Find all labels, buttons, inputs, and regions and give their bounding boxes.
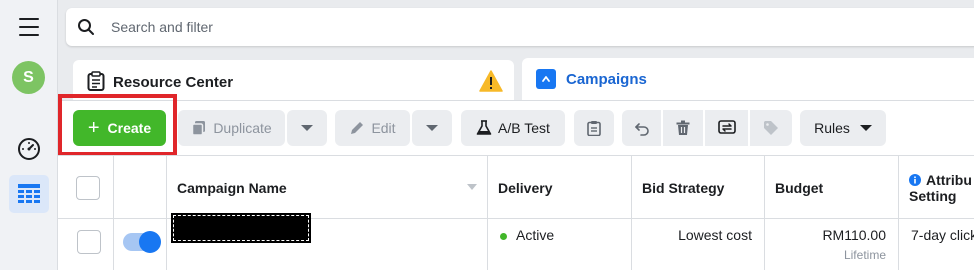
header-select-all-cell bbox=[58, 156, 114, 220]
warning-icon[interactable] bbox=[479, 70, 503, 92]
edit-button-label: Edit bbox=[371, 120, 396, 136]
edit-dropdown-button[interactable] bbox=[412, 110, 452, 146]
row-bid-strategy-cell: Lowest cost bbox=[632, 219, 765, 270]
column-campaign-name-label: Campaign Name bbox=[177, 180, 287, 196]
rules-button-label: Rules bbox=[814, 120, 850, 136]
table-header: Campaign Name Delivery Bid Strategy Budg… bbox=[58, 155, 974, 220]
undo-icon bbox=[634, 123, 649, 136]
header-toggle-cell bbox=[114, 156, 167, 220]
duplicate-button[interactable]: Duplicate bbox=[178, 110, 285, 146]
redacted-campaign-name bbox=[171, 213, 311, 243]
clipboard-icon bbox=[587, 121, 601, 136]
rules-button[interactable]: Rules bbox=[800, 110, 886, 146]
duplicate-dropdown-button[interactable] bbox=[287, 110, 327, 146]
active-status-dot bbox=[500, 233, 507, 240]
pencil-icon bbox=[351, 122, 364, 134]
toggle-knob bbox=[139, 231, 161, 253]
column-bid-strategy[interactable]: Bid Strategy bbox=[632, 156, 765, 220]
sort-icon[interactable] bbox=[467, 184, 477, 190]
chevron-down-icon bbox=[426, 125, 438, 131]
campaign-on-off-toggle[interactable] bbox=[123, 231, 161, 253]
row-attribution-cell: 7-day click bbox=[899, 219, 974, 270]
duplicate-button-label: Duplicate bbox=[213, 120, 272, 136]
table-row[interactable]: Active Lowest cost RM110.00 Lifetime 7-d… bbox=[58, 213, 974, 270]
delete-button[interactable] bbox=[663, 110, 703, 146]
campaigns-icon bbox=[536, 69, 556, 89]
ads-manager-nav-item[interactable] bbox=[9, 175, 49, 213]
search-bar[interactable]: Search and filter bbox=[66, 8, 974, 46]
row-delivery-cell: Active bbox=[488, 219, 632, 270]
trash-icon bbox=[676, 120, 690, 135]
dashboard-gauge-icon[interactable] bbox=[17, 137, 41, 161]
row-select-cell bbox=[58, 219, 114, 270]
resource-center-title: Resource Center bbox=[113, 74, 234, 91]
flask-icon bbox=[476, 120, 492, 135]
clipboard-icon bbox=[87, 71, 105, 91]
column-attribution-setting[interactable]: Attribu Setting bbox=[899, 156, 974, 220]
row-bid-strategy: Lowest cost bbox=[678, 227, 752, 243]
search-input[interactable]: Search and filter bbox=[111, 19, 213, 35]
avatar[interactable]: S bbox=[12, 61, 45, 94]
select-all-checkbox[interactable] bbox=[76, 176, 100, 200]
ab-test-button[interactable]: A/B Test bbox=[461, 110, 565, 146]
left-nav-rail: S bbox=[0, 0, 58, 270]
export-swap-icon bbox=[717, 120, 736, 134]
column-campaign-name[interactable]: Campaign Name bbox=[167, 156, 488, 220]
column-attribution-label-2: Setting bbox=[909, 188, 957, 204]
campaigns-title: Campaigns bbox=[566, 71, 647, 88]
chevron-down-icon bbox=[301, 125, 313, 131]
menu-icon[interactable] bbox=[19, 18, 39, 36]
row-campaign-name-cell[interactable] bbox=[167, 213, 488, 270]
tag-button[interactable] bbox=[750, 110, 792, 146]
column-delivery-label: Delivery bbox=[498, 180, 553, 196]
row-toggle-cell bbox=[114, 219, 167, 270]
undo-button[interactable] bbox=[622, 110, 661, 146]
info-icon[interactable] bbox=[909, 174, 921, 186]
row-budget-amount: RM110.00 bbox=[822, 227, 886, 243]
column-delivery[interactable]: Delivery bbox=[488, 156, 632, 220]
row-budget-cell: RM110.00 Lifetime bbox=[765, 219, 899, 270]
ab-test-button-label: A/B Test bbox=[498, 120, 550, 136]
report-clipboard-button[interactable] bbox=[574, 110, 614, 146]
search-icon bbox=[78, 19, 94, 35]
row-budget-type: Lifetime bbox=[843, 248, 886, 262]
row-attribution: 7-day click bbox=[911, 227, 974, 243]
create-button-highlight bbox=[58, 94, 177, 156]
export-button[interactable] bbox=[705, 110, 748, 146]
column-attribution-label-1: Attribu bbox=[926, 172, 972, 188]
column-budget[interactable]: Budget bbox=[765, 156, 899, 220]
column-bid-strategy-label: Bid Strategy bbox=[642, 180, 725, 196]
edit-button[interactable]: Edit bbox=[335, 110, 410, 146]
table-grid-icon bbox=[18, 184, 40, 203]
duplicate-icon bbox=[192, 121, 206, 136]
row-checkbox[interactable] bbox=[77, 230, 101, 254]
chevron-down-icon bbox=[859, 125, 872, 131]
row-delivery-status: Active bbox=[516, 227, 555, 243]
column-budget-label: Budget bbox=[775, 180, 824, 196]
tag-icon bbox=[764, 121, 778, 135]
